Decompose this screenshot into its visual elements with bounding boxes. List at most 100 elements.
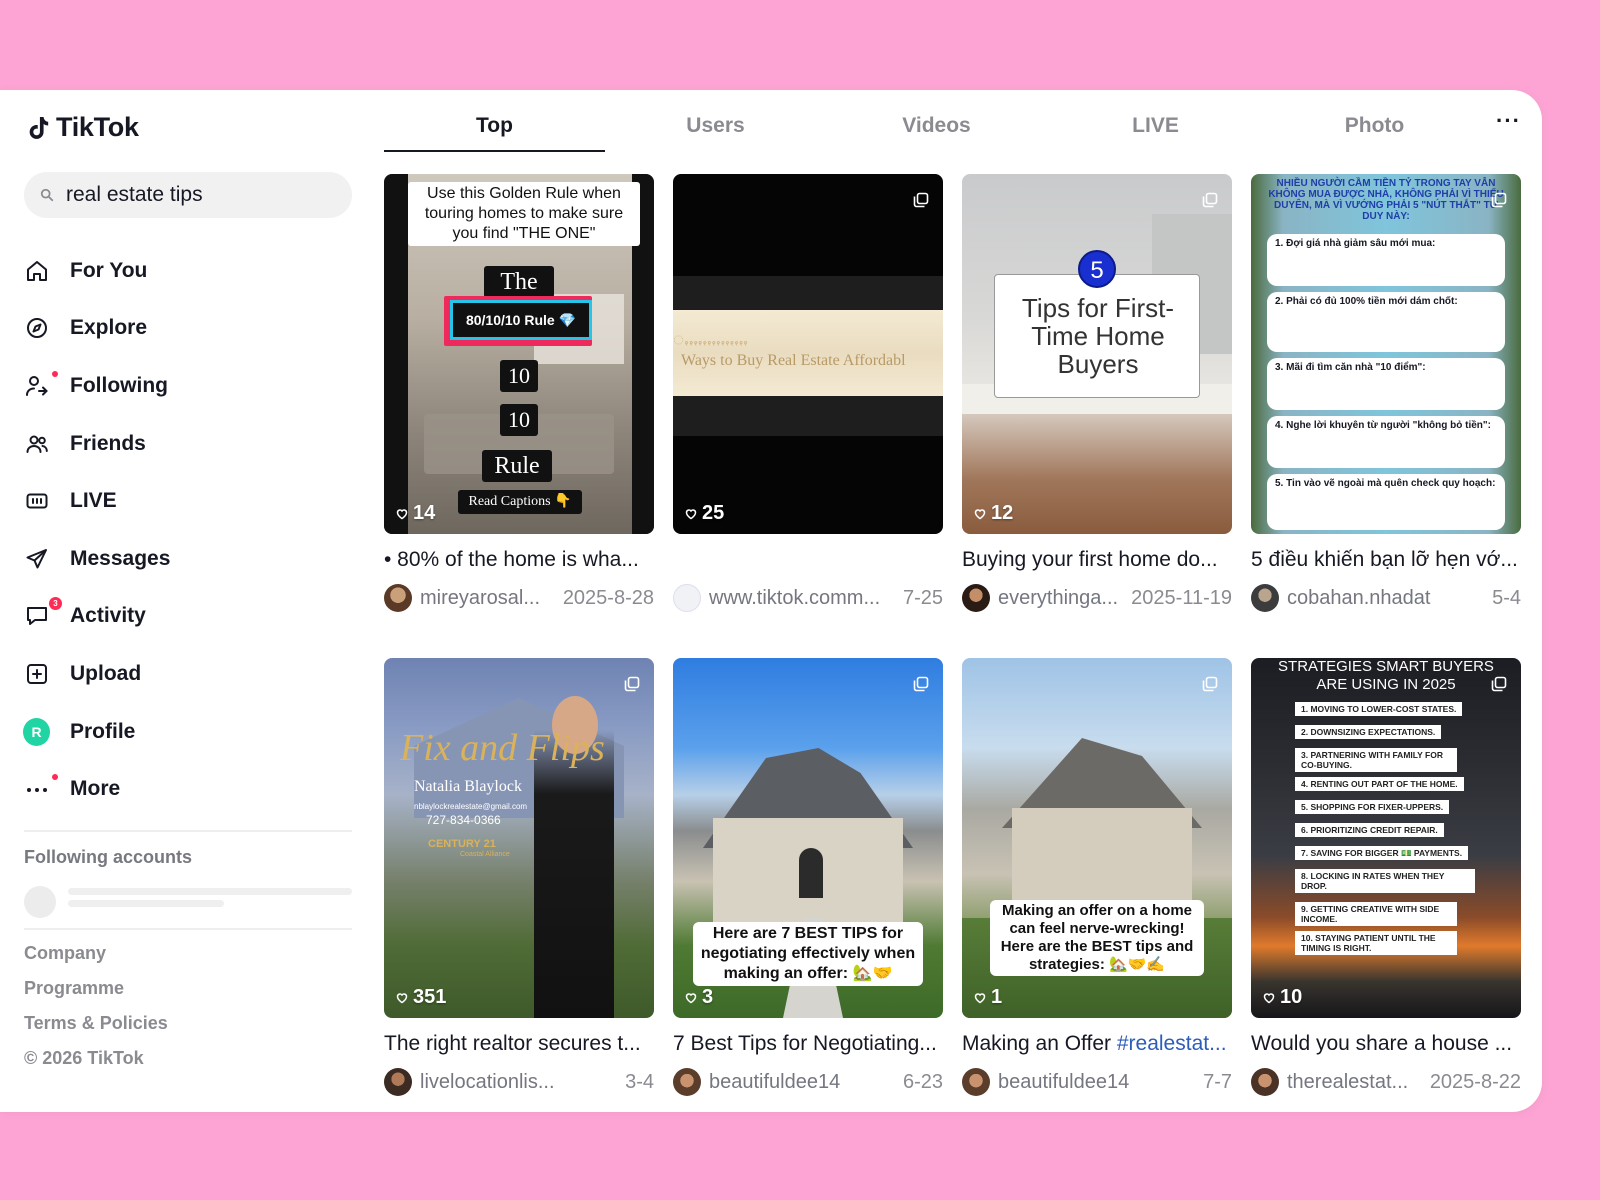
app-name: TikTok <box>56 112 139 142</box>
user-avatar[interactable] <box>384 584 412 612</box>
video-thumbnail[interactable]: NHIỀU NGƯỜI CẦM TIỀN TỶ TRONG TAY VẪN KH… <box>1251 174 1521 534</box>
thumbnail-title: STRATEGIES SMART BUYERS ARE USING IN 2025 <box>1278 658 1494 693</box>
user-avatar[interactable] <box>384 1068 412 1096</box>
like-count: 1 <box>974 986 1002 1009</box>
tip-card: 1. Đợi giá nhà giảm sâu mới mua: <box>1267 234 1505 286</box>
thumbnail-script: Fix and Flips <box>400 727 605 769</box>
tab-top[interactable]: Top <box>384 114 605 138</box>
username[interactable]: therealestat... <box>1287 1071 1420 1094</box>
search-bar[interactable] <box>24 172 352 218</box>
username[interactable]: www.tiktok.comm... <box>709 587 893 610</box>
like-count: 10 <box>1263 986 1302 1009</box>
nav-item-activity[interactable]: 3 Activity <box>24 588 354 646</box>
skeleton-line <box>68 888 352 895</box>
brokerage-sub: Coastal Alliance <box>460 851 510 858</box>
upload-icon <box>24 661 50 687</box>
heart-icon <box>685 992 697 1003</box>
video-thumbnail[interactable]: 5 Tips for First-Time Home Buyers 12 <box>962 174 1232 534</box>
username[interactable]: cobahan.nhadat <box>1287 587 1482 610</box>
video-meta: therealestat... 2025-8-22 <box>1251 1068 1521 1096</box>
nav-item-live[interactable]: LIVE <box>24 472 354 530</box>
username[interactable]: mireyarosal... <box>420 587 553 610</box>
nav-item-messages[interactable]: Messages <box>24 530 354 588</box>
strategy-item: 8. LOCKING IN RATES WHEN THEY DROP. <box>1295 869 1475 893</box>
thumbnail-headline: Use this Golden Rule when touring homes … <box>408 182 640 246</box>
strategy-item: 2. DOWNSIZING EXPECTATIONS. <box>1295 725 1442 739</box>
tip-number: 5 <box>1078 250 1116 288</box>
nav-item-upload[interactable]: Upload <box>24 645 354 703</box>
video-thumbnail[interactable]: Fix and Flips Natalia Blaylock nblaylock… <box>384 658 654 1018</box>
user-avatar[interactable] <box>962 1068 990 1096</box>
footer-terms-link[interactable]: Terms & Policies <box>24 1013 168 1034</box>
tab-photo[interactable]: Photo <box>1264 114 1485 138</box>
user-avatar[interactable] <box>673 1068 701 1096</box>
result-card[interactable]: Here are 7 BEST TIPS for negotiating eff… <box>673 658 943 1096</box>
username[interactable]: beautifuldee14 <box>998 1071 1193 1094</box>
result-card[interactable]: Making an offer on a home can feel nerve… <box>962 658 1232 1096</box>
result-card[interactable]: Fix and Flips Natalia Blaylock nblaylock… <box>384 658 654 1096</box>
friends-icon <box>24 431 50 457</box>
footer-programme-link[interactable]: Programme <box>24 978 124 999</box>
nav-label: Friends <box>70 431 146 455</box>
multi-photo-icon <box>624 676 640 692</box>
tip-card: 3. Mãi đi tìm căn nhà "10 điểm": <box>1267 358 1505 410</box>
user-avatar[interactable] <box>673 584 701 612</box>
tab-users[interactable]: Users <box>605 114 826 138</box>
nav-item-profile[interactable]: R Profile <box>23 703 354 761</box>
nav-item-following[interactable]: Following <box>24 357 354 415</box>
tiktok-logo[interactable]: TikTok <box>28 112 139 143</box>
multi-photo-icon <box>913 676 929 692</box>
nav-item-explore[interactable]: Explore <box>24 300 354 358</box>
more-tabs-button[interactable]: ··· <box>1496 108 1521 134</box>
video-thumbnail[interactable]: Here are 7 BEST TIPS for negotiating eff… <box>673 658 943 1018</box>
agent-phone: 727-834-0366 <box>426 813 501 827</box>
multi-photo-icon <box>1491 192 1507 208</box>
username[interactable]: beautifuldee14 <box>709 1071 893 1094</box>
username[interactable]: everythinga... <box>998 587 1121 610</box>
tab-videos[interactable]: Videos <box>826 114 1047 138</box>
like-count: 12 <box>974 502 1013 525</box>
sidebar: TikTok For You Explore Following Frien <box>0 90 370 1112</box>
post-date: 7-7 <box>1203 1070 1232 1093</box>
video-caption[interactable]: 5 điều khiến bạn lỡ hẹn vớ... <box>1251 548 1521 572</box>
post-date: 5-4 <box>1492 586 1521 609</box>
video-thumbnail[interactable]: Use this Golden Rule when touring homes … <box>384 174 654 534</box>
strategy-item: 7. SAVING FOR BIGGER 💵 PAYMENTS. <box>1295 846 1469 860</box>
video-thumbnail[interactable]: ꩻꩻꩻꩻꩻꩻꩻꩻꩻꩻꩻꩻꩻꩻ Ways to Buy Real Estate A… <box>673 174 943 534</box>
video-caption[interactable]: Making an Offer #realestat... <box>962 1032 1232 1056</box>
video-thumbnail[interactable]: Making an offer on a home can feel nerve… <box>962 658 1232 1018</box>
heart-icon <box>974 992 986 1003</box>
result-card[interactable]: ꩻꩻꩻꩻꩻꩻꩻꩻꩻꩻꩻꩻꩻꩻ Ways to Buy Real Estate A… <box>673 174 943 612</box>
footer-company-link[interactable]: Company <box>24 943 106 964</box>
following-accounts-title: Following accounts <box>24 847 193 867</box>
brokerage-name: CENTURY 21 <box>428 838 496 850</box>
tab-live[interactable]: LIVE <box>1045 114 1266 138</box>
nav-item-more[interactable]: More <box>24 760 354 818</box>
user-avatar[interactable] <box>1251 584 1279 612</box>
username[interactable]: livelocationlis... <box>420 1071 615 1094</box>
following-icon <box>24 373 50 399</box>
hashtag-link[interactable]: #realestat... <box>1117 1032 1227 1055</box>
video-caption[interactable]: Buying your first home do... <box>962 548 1232 572</box>
nav-item-for-you[interactable]: For You <box>24 242 354 300</box>
result-card[interactable]: Use this Golden Rule when touring homes … <box>384 174 654 612</box>
video-caption[interactable] <box>673 548 943 572</box>
like-count: 351 <box>396 986 446 1009</box>
result-card[interactable]: NHIỀU NGƯỜI CẦM TIỀN TỶ TRONG TAY VẪN KH… <box>1251 174 1521 612</box>
video-caption[interactable]: Would you share a house ... <box>1251 1032 1521 1056</box>
skeleton-line <box>68 900 224 907</box>
nav-item-friends[interactable]: Friends <box>24 415 354 473</box>
video-caption[interactable]: The right realtor secures t... <box>384 1032 654 1056</box>
search-input[interactable] <box>64 182 338 208</box>
user-avatar[interactable] <box>962 584 990 612</box>
user-avatar[interactable] <box>1251 1068 1279 1096</box>
video-thumbnail[interactable]: STRATEGIES SMART BUYERS ARE USING IN 2025… <box>1251 658 1521 1018</box>
post-date: 2025-11-19 <box>1131 586 1232 609</box>
result-card[interactable]: STRATEGIES SMART BUYERS ARE USING IN 2025… <box>1251 658 1521 1096</box>
video-caption[interactable]: 7 Best Tips for Negotiating... <box>673 1032 943 1056</box>
nav-label: Messages <box>70 546 171 570</box>
result-card[interactable]: 5 Tips for First-Time Home Buyers 12 Buy… <box>962 174 1232 612</box>
video-caption[interactable]: • 80% of the home is wha... <box>384 548 654 572</box>
divider <box>24 830 352 832</box>
thumbnail-text: Making an offer on a home can feel nerve… <box>990 900 1204 976</box>
